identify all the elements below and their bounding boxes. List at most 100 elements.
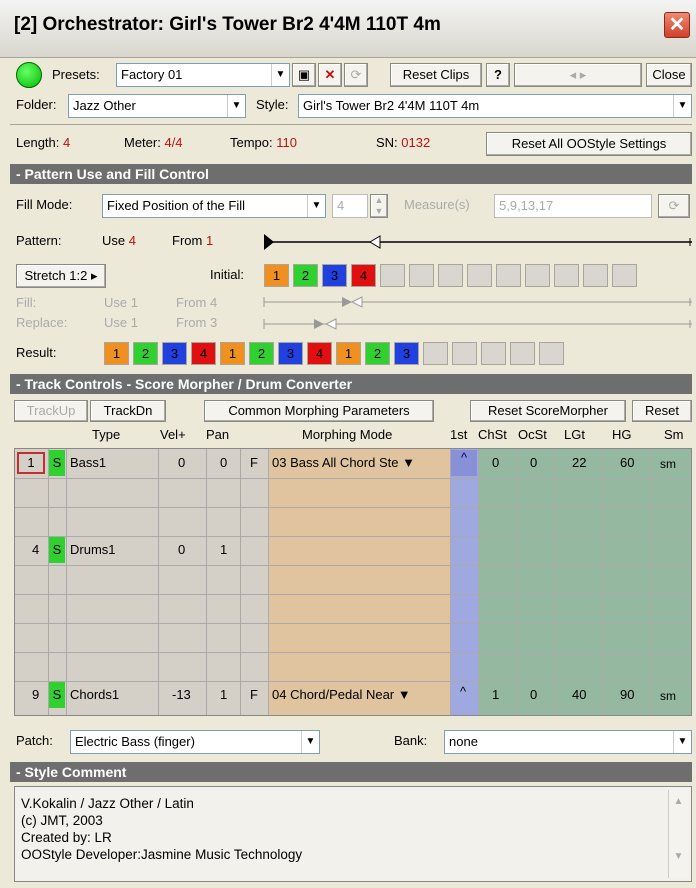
pattern-cell[interactable]: 4 xyxy=(307,342,332,365)
measures-field[interactable]: 5,9,13,17 xyxy=(494,194,652,218)
pattern-cell[interactable]: 4 xyxy=(191,342,216,365)
track-ocst[interactable]: 0 xyxy=(530,684,537,706)
pattern-cell[interactable]: 2 xyxy=(133,342,158,365)
pattern-cell[interactable]: 1 xyxy=(336,342,361,365)
track-hg[interactable]: 90 xyxy=(620,684,634,706)
pattern-cell[interactable]: 4 xyxy=(351,264,376,287)
replace-slider[interactable] xyxy=(262,316,692,332)
track-f[interactable]: F xyxy=(250,452,258,474)
chevron-down-icon[interactable]: ▼ xyxy=(673,731,691,753)
fill-spin-field[interactable]: 4 xyxy=(332,194,368,218)
reset-clips-button[interactable]: Reset Clips xyxy=(390,63,482,87)
chevron-down-icon[interactable]: ▼ xyxy=(271,64,289,86)
table-row[interactable]: 9 S Chords1 -13 1 F 04 Chord/Pedal Near … xyxy=(14,681,692,709)
pattern-cell-empty[interactable] xyxy=(539,342,564,365)
track-chst[interactable]: 1 xyxy=(492,684,499,706)
track-number[interactable]: 1 xyxy=(17,452,45,474)
fill-slider[interactable] xyxy=(262,294,692,310)
folder-combo[interactable]: Jazz Other ▼ xyxy=(68,94,246,118)
track-number[interactable]: 4 xyxy=(32,539,39,561)
scroll-up-icon[interactable]: ▲ xyxy=(669,796,688,807)
pattern-cell-empty[interactable] xyxy=(423,342,448,365)
track-first[interactable]: ^ xyxy=(460,681,466,703)
track-chst[interactable]: 0 xyxy=(492,452,499,474)
pattern-cell-empty[interactable] xyxy=(452,342,477,365)
chevron-down-icon[interactable]: ▼ xyxy=(227,95,245,117)
pattern-cell-empty[interactable] xyxy=(438,264,463,287)
pattern-cell-empty[interactable] xyxy=(481,342,506,365)
save-icon[interactable]: ▣ xyxy=(292,63,316,87)
pattern-cell-empty[interactable] xyxy=(510,342,535,365)
pattern-slider[interactable] xyxy=(262,232,692,252)
pattern-cell[interactable]: 3 xyxy=(162,342,187,365)
pattern-cell[interactable]: 1 xyxy=(264,264,289,287)
track-sm[interactable]: sm xyxy=(660,453,676,475)
pattern-cell-empty[interactable] xyxy=(554,264,579,287)
comment-textarea[interactable]: V.Kokalin / Jazz Other / Latin (c) JMT, … xyxy=(14,786,692,882)
chevron-down-icon[interactable]: ▼ xyxy=(398,687,411,702)
pattern-cell[interactable]: 1 xyxy=(104,342,129,365)
pattern-cell-empty[interactable] xyxy=(409,264,434,287)
pattern-cell-empty[interactable] xyxy=(612,264,637,287)
track-sm[interactable]: sm xyxy=(660,685,676,707)
chevron-down-icon[interactable]: ▼ xyxy=(307,195,325,217)
table-row[interactable]: 1 S Bass1 0 0 F 03 Bass All Chord Ste ▼ … xyxy=(14,449,692,477)
nav-arrows[interactable]: ◂ ▸ xyxy=(514,63,642,87)
pattern-cell-empty[interactable] xyxy=(583,264,608,287)
track-pan[interactable]: 0 xyxy=(220,452,227,474)
delete-icon[interactable]: ✕ xyxy=(318,63,342,87)
solo-toggle[interactable]: S xyxy=(49,450,65,476)
chevron-down-icon[interactable]: ▼ xyxy=(402,455,415,470)
trackup-button[interactable]: TrackUp xyxy=(14,400,88,422)
morphing-mode-combo[interactable]: 04 Chord/Pedal Near ▼ xyxy=(272,684,450,706)
chevron-down-icon[interactable]: ▼ xyxy=(301,731,319,753)
common-morphing-button[interactable]: Common Morphing Parameters xyxy=(204,400,434,422)
track-vel[interactable]: -13 xyxy=(172,684,191,706)
track-first[interactable]: ^ xyxy=(451,450,477,476)
morphing-mode-combo[interactable]: 03 Bass All Chord Ste ▼ xyxy=(272,452,450,474)
table-row[interactable]: 4 S Drums1 0 1 xyxy=(14,536,692,564)
track-ocst[interactable]: 0 xyxy=(530,452,537,474)
pattern-cell[interactable]: 3 xyxy=(322,264,347,287)
pattern-cell-empty[interactable] xyxy=(496,264,521,287)
pattern-cell[interactable]: 3 xyxy=(278,342,303,365)
solo-toggle[interactable]: S xyxy=(49,682,65,708)
style-combo[interactable]: Girl's Tower Br2 4'4M 110T 4m ▼ xyxy=(298,94,692,118)
track-pan[interactable]: 1 xyxy=(220,684,227,706)
refresh-icon[interactable]: ⟳ xyxy=(658,194,690,218)
help-button[interactable]: ? xyxy=(486,63,510,87)
scroll-down-icon[interactable]: ▼ xyxy=(669,851,688,862)
pattern-cell-empty[interactable] xyxy=(525,264,550,287)
track-f[interactable]: F xyxy=(250,684,258,706)
track-pan[interactable]: 1 xyxy=(220,539,227,561)
pattern-cell[interactable]: 3 xyxy=(394,342,419,365)
bank-combo[interactable]: none ▼ xyxy=(444,730,692,754)
pattern-cell[interactable]: 1 xyxy=(220,342,245,365)
track-lgt[interactable]: 40 xyxy=(572,684,586,706)
track-lgt[interactable]: 22 xyxy=(572,452,586,474)
pattern-cell[interactable]: 2 xyxy=(249,342,274,365)
track-hg[interactable]: 60 xyxy=(620,452,634,474)
close-window-button[interactable]: ✕ xyxy=(664,12,690,38)
reset-all-button[interactable]: Reset All OOStyle Settings xyxy=(486,132,692,156)
track-vel[interactable]: 0 xyxy=(178,539,185,561)
spin-updown-icon[interactable]: ▲ ▼ xyxy=(370,194,388,218)
pattern-cell[interactable]: 2 xyxy=(293,264,318,287)
track-vel[interactable]: 0 xyxy=(178,452,185,474)
track-number[interactable]: 9 xyxy=(32,684,39,706)
close-button[interactable]: Close xyxy=(646,63,692,87)
patch-combo[interactable]: Electric Bass (finger) ▼ xyxy=(70,730,320,754)
chevron-down-icon[interactable]: ▼ xyxy=(673,95,691,117)
reset-button[interactable]: Reset xyxy=(632,400,692,422)
reset-scoremorpher-button[interactable]: Reset ScoreMorpher xyxy=(470,400,626,422)
comment-scrollbar[interactable]: ▲ ▼ xyxy=(668,790,688,878)
solo-toggle[interactable]: S xyxy=(49,537,65,563)
refresh-icon[interactable]: ⟳ xyxy=(344,63,368,87)
stretch-button[interactable]: Stretch 1:2 ▸ xyxy=(16,264,106,288)
fill-mode-combo[interactable]: Fixed Position of the Fill ▼ xyxy=(102,194,326,218)
status-light[interactable] xyxy=(16,62,42,88)
presets-combo[interactable]: Factory 01 ▼ xyxy=(116,63,290,87)
pattern-cell-empty[interactable] xyxy=(380,264,405,287)
pattern-cell[interactable]: 2 xyxy=(365,342,390,365)
trackdn-button[interactable]: TrackDn xyxy=(90,400,166,422)
